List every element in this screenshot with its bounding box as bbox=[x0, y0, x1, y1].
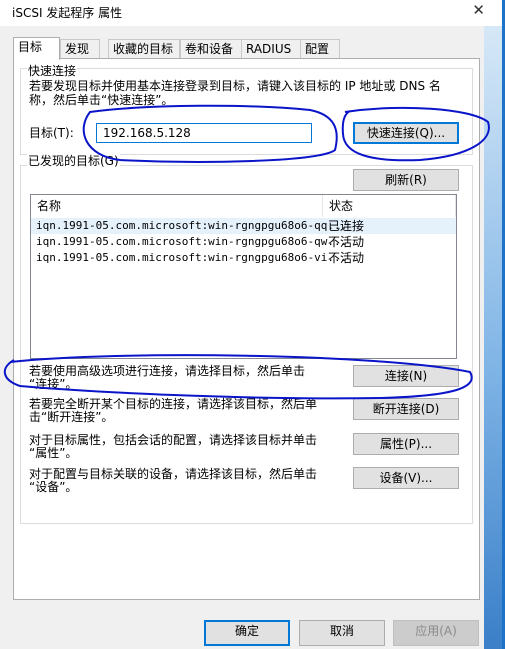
target-name: iqn.1991-05.com.microsoft:win-rgngpgu68o… bbox=[36, 235, 348, 248]
quick-connect-desc-line2: 称，然后单击“快速连接”。 bbox=[29, 93, 174, 107]
target-name: iqn.1991-05.com.microsoft:win-rgngpgu68o… bbox=[36, 219, 348, 232]
close-icon[interactable]: ✕ bbox=[472, 1, 485, 19]
column-name[interactable]: 名称 bbox=[31, 195, 323, 217]
refresh-button[interactable]: 刷新(R) bbox=[353, 169, 459, 191]
table-row[interactable]: iqn.1991-05.com.microsoft:win-rgngpgu68o… bbox=[31, 218, 456, 234]
quick-connect-button[interactable]: 快速连接(Q)... bbox=[353, 122, 459, 144]
disconnect-desc-line2: 击“断开连接”。 bbox=[29, 410, 114, 424]
tab-volumes-devices[interactable]: 卷和设备 bbox=[180, 39, 248, 59]
discovered-targets-label: 已发现的目标(G) bbox=[27, 152, 120, 169]
devices-desc-line2: “设备”。 bbox=[29, 480, 78, 494]
target-name: iqn.1991-05.com.microsoft:win-rgngpgu68o… bbox=[36, 251, 348, 264]
connect-desc-line2: “连接”。 bbox=[29, 377, 78, 391]
target-status: 不活动 bbox=[328, 235, 365, 249]
apply-button[interactable]: 应用(A) bbox=[393, 620, 479, 646]
window-title: iSCSI 发起程序 属性 bbox=[12, 6, 123, 20]
target-input[interactable]: 192.168.5.128 bbox=[96, 123, 312, 143]
disconnect-button[interactable]: 断开连接(D) bbox=[353, 398, 459, 420]
title-bar: iSCSI 发起程序 属性 ✕ bbox=[0, 0, 505, 26]
table-row[interactable]: iqn.1991-05.com.microsoft:win-rgngpgu68o… bbox=[31, 234, 456, 250]
properties-button[interactable]: 属性(P)... bbox=[353, 433, 459, 455]
tab-panel: 快速连接 若要发现目标并使用基本连接登录到目标，请键入该目标的 IP 地址或 D… bbox=[13, 58, 480, 600]
devices-button[interactable]: 设备(V)... bbox=[353, 467, 459, 489]
properties-desc-line2: “属性”。 bbox=[29, 446, 78, 460]
target-label: 目标(T): bbox=[29, 126, 74, 140]
tab-discovery[interactable]: 发现 bbox=[60, 39, 100, 59]
quick-connect-label: 快速连接 bbox=[27, 62, 78, 79]
tab-radius[interactable]: RADIUS bbox=[241, 39, 304, 59]
cancel-button[interactable]: 取消 bbox=[299, 620, 385, 646]
table-row[interactable]: iqn.1991-05.com.microsoft:win-rgngpgu68o… bbox=[31, 250, 456, 266]
ok-button[interactable]: 确定 bbox=[204, 620, 290, 646]
target-status: 不活动 bbox=[328, 251, 365, 265]
targets-listview[interactable]: 名称 状态 iqn.1991-05.com.microsoft:win-rgng… bbox=[30, 194, 457, 359]
column-status[interactable]: 状态 bbox=[323, 195, 456, 217]
tab-favorite-targets[interactable]: 收藏的目标 bbox=[108, 39, 180, 59]
tab-configuration[interactable]: 配置 bbox=[300, 39, 340, 59]
quick-connect-desc-line1: 若要发现目标并使用基本连接登录到目标，请键入该目标的 IP 地址或 DNS 名 bbox=[29, 79, 441, 93]
tab-targets[interactable]: 目标 bbox=[13, 37, 60, 60]
target-status: 已连接 bbox=[328, 219, 365, 233]
connect-button[interactable]: 连接(N) bbox=[353, 365, 459, 387]
